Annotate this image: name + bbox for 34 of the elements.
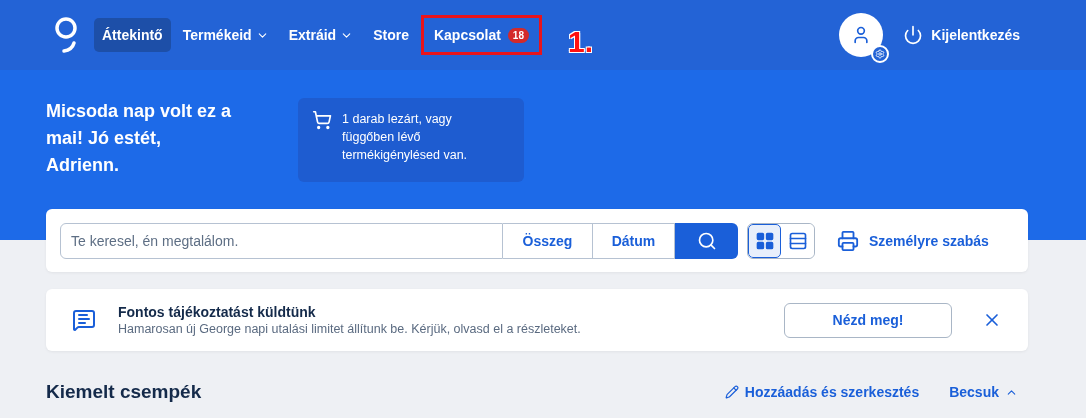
info-card[interactable]: 1 darab lezárt, vagy függőben lévő termékigénylésed van. — [298, 98, 524, 182]
view-toggle-button[interactable] — [748, 223, 781, 258]
nav-tab[interactable]: Áttekintő — [94, 18, 171, 52]
greeting-text: Micsoda nap volt ez a mai! Jó estét, Adrienn. — [46, 100, 233, 177]
customize-link[interactable]: Személyre szabás — [869, 232, 989, 249]
nav-tab[interactable]: Extráid — [280, 18, 362, 52]
view-button[interactable]: Nézd meg! — [784, 302, 952, 338]
filter-button[interactable]: Dátum — [593, 222, 675, 259]
nav-tab[interactable]: Termékeid — [174, 18, 277, 52]
search-icon — [696, 230, 717, 251]
nav-tab[interactable]: Kapcsolat 18 — [425, 18, 537, 52]
logout-link[interactable]: Kijelentkezés — [903, 25, 1020, 45]
filter-button[interactable]: Összeg — [503, 222, 593, 259]
list-icon — [787, 230, 808, 251]
count-badge: 18 — [507, 27, 529, 43]
collapse-link[interactable]: Becsuk — [949, 384, 1018, 400]
search-button[interactable] — [675, 222, 738, 259]
grid-icon — [754, 230, 775, 251]
avatar[interactable] — [839, 13, 884, 57]
logo-icon[interactable] — [52, 15, 80, 55]
info-text: 1 darab lezárt, vagy függőben lévő termékigénylésed van. — [342, 111, 469, 164]
edit-link[interactable]: Hozzáadás és szerkesztés — [724, 384, 920, 400]
pencil-icon — [724, 385, 739, 399]
cart-icon — [312, 110, 332, 130]
power-icon — [903, 25, 924, 45]
search-field[interactable]: Te keresel, én megtalálom. — [60, 222, 503, 259]
nav-tab[interactable]: Store — [365, 18, 417, 52]
message-icon — [72, 308, 96, 332]
settings-icon[interactable] — [871, 45, 890, 63]
notice-text: Hamarosan új George napi utalási limitet állítunk be. Kérjük, olvasd el a részleteket. — [118, 322, 582, 336]
notice-title: Fontos tájékoztatást küldtünk — [118, 304, 317, 320]
annotation-number: 1. — [568, 25, 593, 59]
printer-icon[interactable] — [837, 229, 859, 252]
section-title: Kiemelt csempék — [46, 381, 203, 403]
